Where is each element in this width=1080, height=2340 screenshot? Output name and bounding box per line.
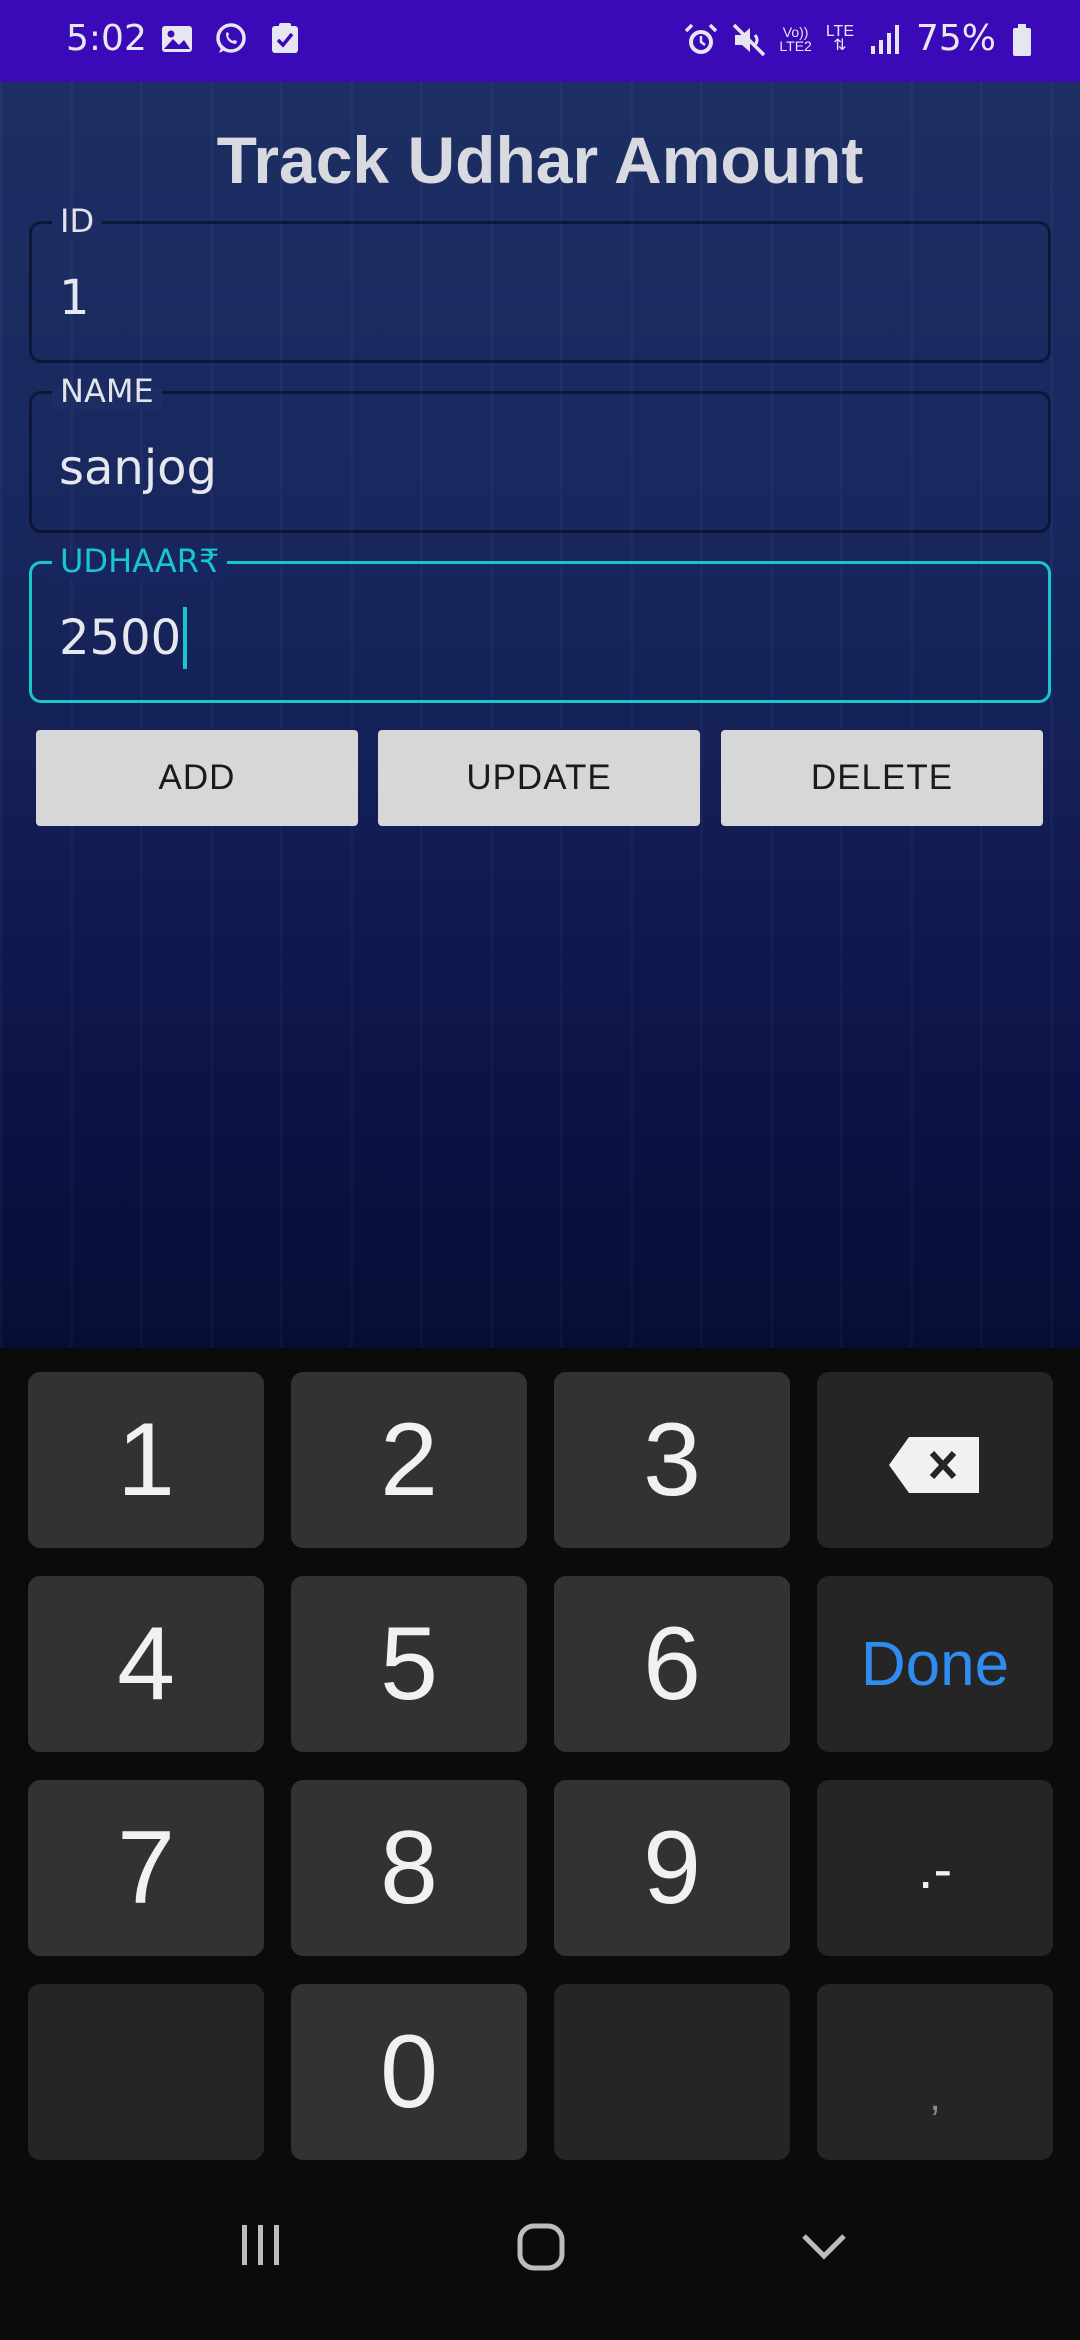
app-screen: Track Udhar Amount ID 1 NAME sanjog UDHA… bbox=[0, 82, 1080, 1348]
id-field[interactable]: ID 1 bbox=[29, 202, 1051, 363]
backspace-icon bbox=[887, 1401, 983, 1520]
key-7[interactable]: 7 bbox=[28, 1780, 264, 1956]
home-icon[interactable] bbox=[516, 2222, 566, 2276]
alarm-icon bbox=[683, 22, 718, 56]
id-field-label: ID bbox=[52, 202, 103, 240]
key-2[interactable]: 2 bbox=[291, 1372, 527, 1548]
back-chevron-icon[interactable] bbox=[800, 2230, 848, 2266]
blank-key-left[interactable] bbox=[28, 1984, 264, 2160]
id-field-value[interactable]: 1 bbox=[59, 270, 90, 326]
status-right-icons: Vo)) LTE2 LTE ⇅ 75% bbox=[683, 18, 1044, 59]
mute-icon bbox=[731, 22, 766, 56]
battery-percent: 75% bbox=[915, 18, 996, 59]
key-0[interactable]: 0 bbox=[291, 1984, 527, 2160]
udhaar-field-label: UDHAAR₹ bbox=[52, 542, 228, 580]
lte-arrows: ⇅ bbox=[833, 36, 847, 54]
recent-apps-icon[interactable] bbox=[238, 2222, 284, 2272]
page-title: Track Udhar Amount bbox=[216, 123, 864, 197]
key-5[interactable]: 5 bbox=[291, 1576, 527, 1752]
key-4[interactable]: 4 bbox=[28, 1576, 264, 1752]
volte-icon: Vo)) LTE2 bbox=[779, 25, 811, 53]
signal-icon bbox=[868, 22, 902, 56]
udhaar-field-text: 2500 bbox=[59, 610, 182, 666]
battery-icon bbox=[1010, 22, 1044, 56]
key-9[interactable]: 9 bbox=[554, 1780, 790, 1956]
gallery-icon bbox=[160, 22, 194, 56]
add-button[interactable]: ADD bbox=[36, 730, 358, 826]
udhaar-field[interactable]: UDHAAR₹ 2500 bbox=[29, 542, 1051, 703]
delete-button[interactable]: DELETE bbox=[721, 730, 1043, 826]
key-8[interactable]: 8 bbox=[291, 1780, 527, 1956]
blank-key-right[interactable] bbox=[554, 1984, 790, 2160]
navigation-bar bbox=[0, 2170, 1080, 2340]
lte-icon: LTE ⇅ bbox=[826, 23, 854, 54]
name-field-value[interactable]: sanjog bbox=[59, 440, 217, 496]
backspace-key[interactable] bbox=[817, 1372, 1053, 1548]
text-cursor bbox=[183, 607, 188, 669]
whatsapp-icon bbox=[214, 22, 248, 56]
key-3[interactable]: 3 bbox=[554, 1372, 790, 1548]
name-field[interactable]: NAME sanjog bbox=[29, 372, 1051, 533]
dot-dash-key[interactable]: .- bbox=[817, 1780, 1053, 1956]
volte-top-text: Vo)) bbox=[782, 23, 809, 40]
comma-key[interactable]: , bbox=[817, 1984, 1053, 2160]
status-bar: 5:02 Vo)) LTE2 LTE ⇅ 75% bbox=[0, 0, 1080, 82]
status-left-icons bbox=[160, 22, 302, 56]
done-key[interactable]: Done bbox=[817, 1576, 1053, 1752]
update-button[interactable]: UPDATE bbox=[378, 730, 700, 826]
task-check-icon bbox=[268, 22, 302, 56]
key-6[interactable]: 6 bbox=[554, 1576, 790, 1752]
name-field-label: NAME bbox=[52, 372, 162, 410]
volte-bottom-text: LTE2 bbox=[779, 37, 812, 54]
numeric-keyboard: 1 2 3 4 5 6 Done 7 8 9 .- 0 , bbox=[0, 1348, 1080, 2170]
status-time: 5:02 bbox=[66, 18, 147, 59]
udhaar-field-value[interactable]: 2500 bbox=[59, 607, 188, 669]
key-1[interactable]: 1 bbox=[28, 1372, 264, 1548]
